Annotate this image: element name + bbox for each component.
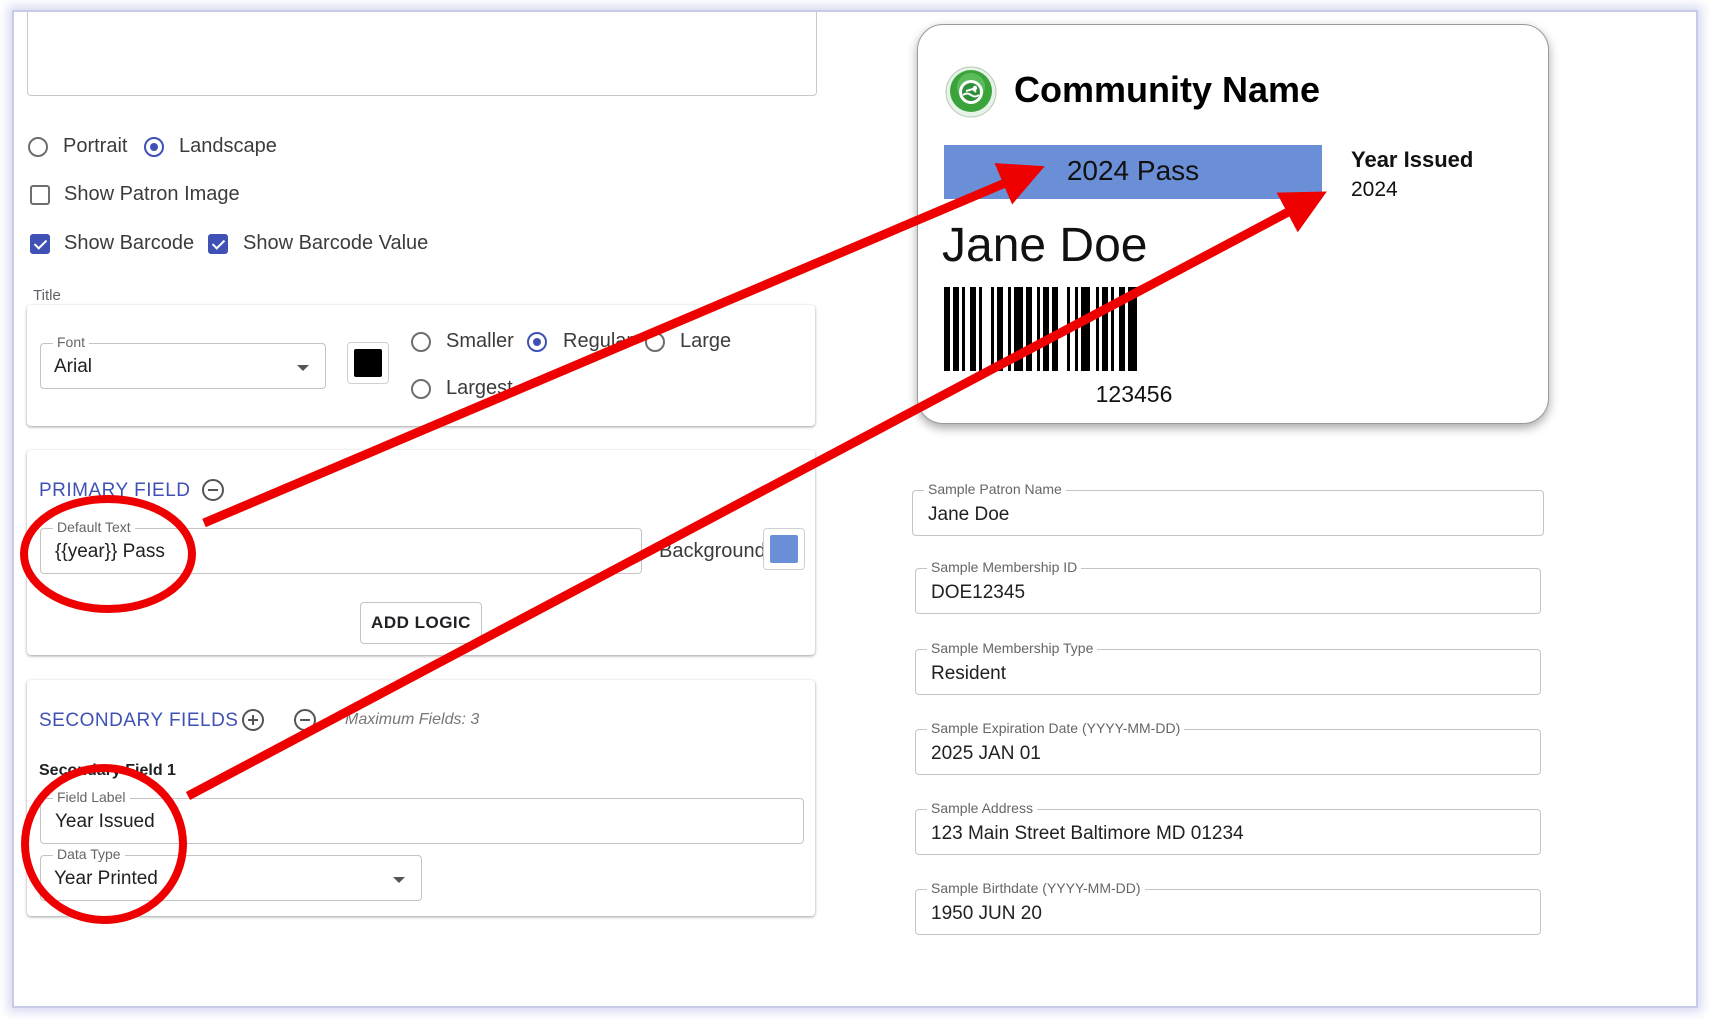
primary-field-highlight-circle <box>20 495 196 613</box>
annotation-overlay <box>20 163 1327 924</box>
primary-field-arrow <box>202 163 1045 528</box>
secondary-field-highlight-circle <box>21 764 187 924</box>
screenshot-frame: Portrait Landscape Show Patron Image Sho… <box>12 10 1698 1008</box>
